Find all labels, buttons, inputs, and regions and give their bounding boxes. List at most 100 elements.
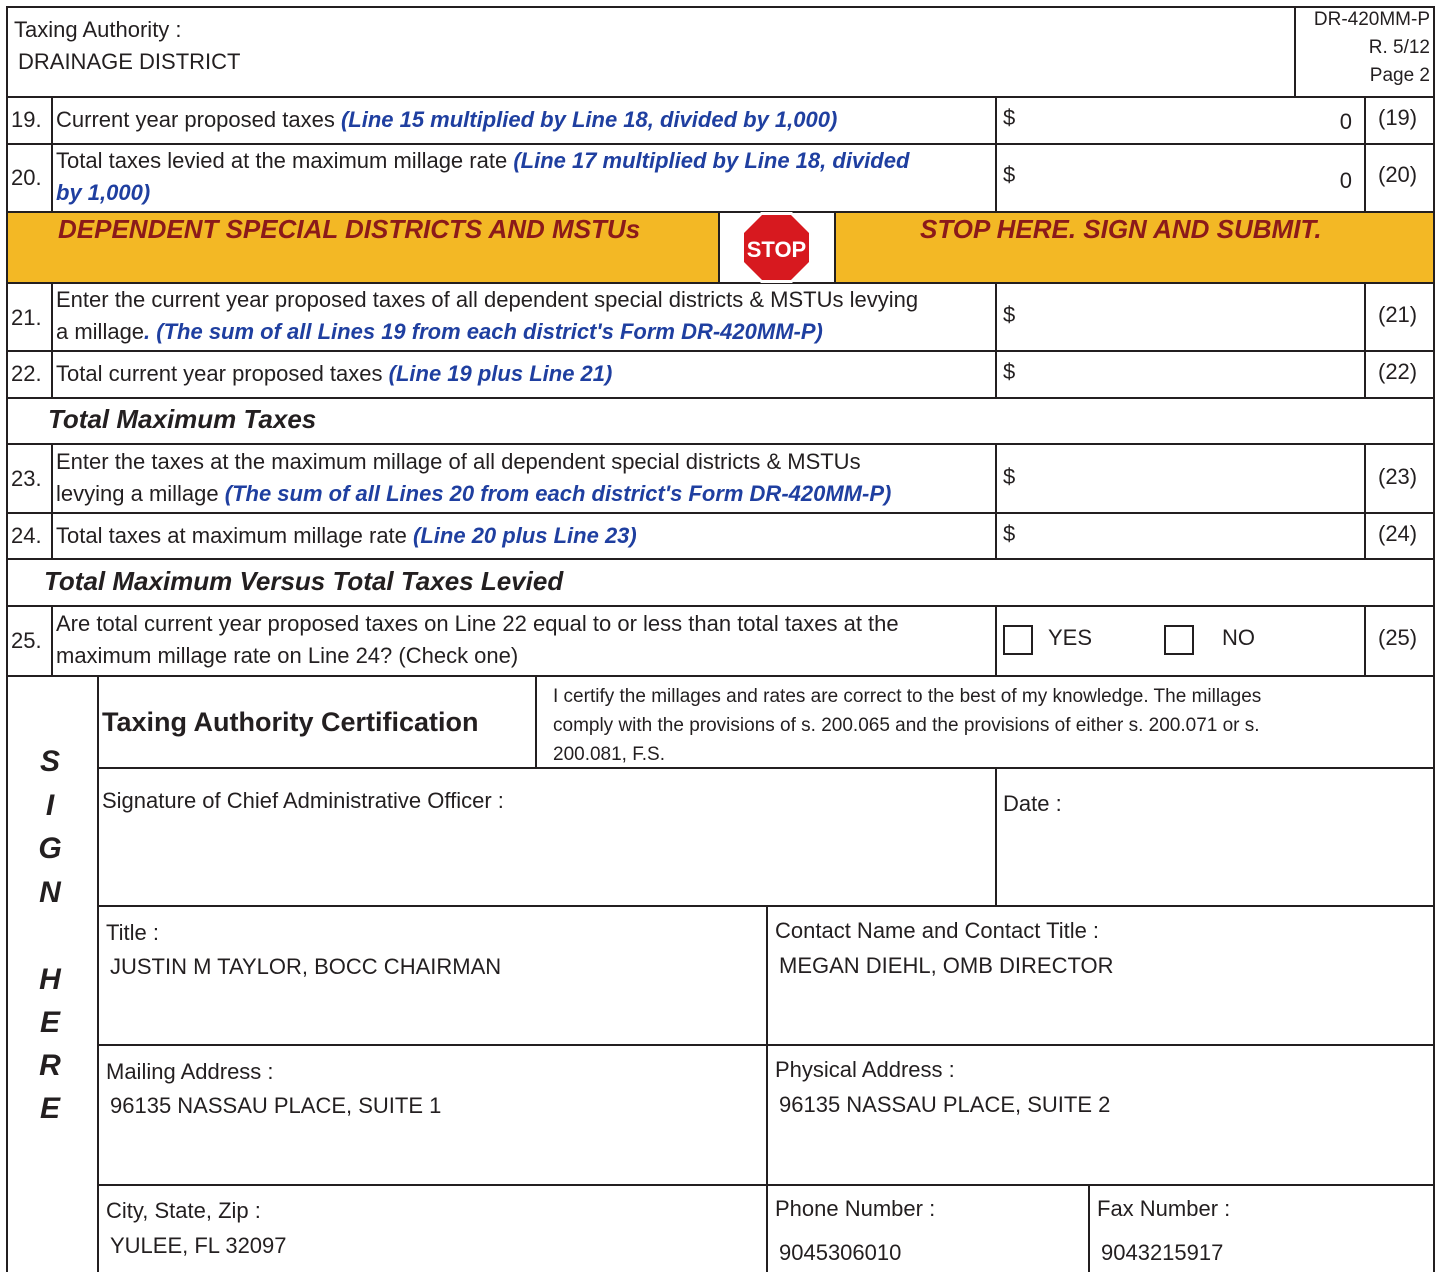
line-23-label-2: levying a millage (The sum of all Lines …: [56, 481, 892, 506]
mailing-label: Mailing Address :: [106, 1059, 274, 1084]
sign-letter: N: [39, 876, 61, 909]
signature-label: Signature of Chief Administrative Office…: [102, 788, 504, 813]
contact-label: Contact Name and Contact Title :: [775, 918, 1100, 943]
city-value[interactable]: YULEE, FL 32097: [110, 1233, 287, 1259]
line-20-label-1: Total taxes levied at the maximum millag…: [56, 148, 910, 173]
signature-field[interactable]: [100, 820, 993, 904]
cert-text-line: comply with the provisions of s. 200.065…: [553, 715, 1260, 736]
band-right-text: STOP HERE. SIGN AND SUBMIT.: [920, 214, 1322, 244]
cert-divider: [535, 675, 537, 768]
date-field[interactable]: [998, 822, 1432, 904]
rule-19-top: [6, 96, 1435, 98]
line-21-ref: (21): [1378, 302, 1418, 327]
cert-text: I certify the millages and rates are cor…: [553, 682, 1261, 769]
line-25-ref: (25): [1378, 625, 1418, 650]
sign-letter: E: [39, 1006, 60, 1039]
fax-value[interactable]: 9043215917: [1101, 1240, 1223, 1266]
line-21-number: 21.: [11, 305, 42, 330]
sign-letter: S: [39, 745, 60, 778]
line-24-ref: (24): [1378, 521, 1418, 546]
val-col-d: [995, 605, 997, 676]
phone-label: Phone Number :: [775, 1196, 936, 1221]
cert-title: Taxing Authority Certification: [102, 707, 479, 737]
header-divider: [1294, 6, 1296, 97]
ref-col-b: [1364, 282, 1366, 398]
no-label: NO: [1222, 625, 1255, 650]
yes-checkbox[interactable]: [1003, 625, 1033, 655]
line-19-number: 19.: [11, 107, 42, 132]
contact-value[interactable]: MEGAN DIEHL, OMB DIRECTOR: [779, 953, 1114, 979]
line-22-label: Total current year proposed taxes (Line …: [56, 361, 613, 386]
stop-sign-icon: STOP: [740, 211, 813, 284]
date-label: Date :: [1003, 791, 1062, 816]
line-23-note: (The sum of all Lines 20 from each distr…: [224, 481, 892, 506]
line-24-note: (Line 20 plus Line 23): [413, 523, 637, 548]
physical-label: Physical Address :: [775, 1057, 955, 1082]
line-19-dollar: $: [1003, 105, 1016, 130]
ref-col-d: [1364, 605, 1366, 676]
line-23-label-1: Enter the taxes at the maximum millage o…: [56, 449, 861, 474]
line-25-label-1: Are total current year proposed taxes on…: [56, 611, 899, 636]
line-23-number: 23.: [11, 466, 42, 491]
line-19-label: Current year proposed taxes (Line 15 mul…: [56, 107, 838, 132]
line-24-label: Total taxes at maximum millage rate (Lin…: [56, 523, 637, 548]
rule-20-top: [6, 143, 1435, 145]
form-info: DR-420MM-P R. 5/12 Page 2: [1314, 6, 1430, 90]
mailing-value[interactable]: 96135 NASSAU PLACE, SUITE 1: [110, 1093, 441, 1119]
stop-sign-text: STOP: [747, 237, 807, 262]
val-col-a: [995, 96, 997, 212]
num-col-d: [51, 605, 53, 676]
line-24-dollar: $: [1003, 521, 1016, 546]
ref-col-a: [1364, 96, 1366, 212]
line-21-note: . (The sum of all Lines 19 from each dis…: [144, 319, 823, 344]
phone-value[interactable]: 9045306010: [779, 1240, 901, 1266]
num-col-c: [51, 443, 53, 559]
line-21-dollar: $: [1003, 302, 1016, 327]
sign-letter: H: [39, 963, 61, 996]
date-divider: [995, 767, 997, 906]
line-23-dollar: $: [1003, 464, 1016, 489]
section-total-vs: Total Maximum Versus Total Taxes Levied: [44, 566, 564, 596]
val-col-b: [995, 282, 997, 398]
line-19-value[interactable]: 0: [1320, 107, 1352, 137]
line-22-number: 22.: [11, 361, 42, 386]
rule-23-top: [6, 443, 1435, 445]
no-checkbox[interactable]: [1164, 625, 1194, 655]
fax-divider: [1088, 1184, 1090, 1272]
rule-25-top: [6, 605, 1435, 607]
band-div-2: [834, 213, 836, 282]
sign-letter: G: [38, 832, 62, 865]
line-19-note: (Line 15 multiplied by Line 18, divided …: [340, 107, 838, 132]
rule-22-top: [6, 350, 1435, 352]
line-20-note-2: by 1,000): [56, 180, 151, 205]
sign-letter: I: [45, 789, 55, 822]
num-col-a: [51, 96, 53, 212]
border-top: [6, 6, 1435, 8]
physical-value[interactable]: 96135 NASSAU PLACE, SUITE 2: [779, 1092, 1110, 1118]
form-id: DR-420MM-P: [1313, 9, 1430, 30]
line-20-ref: (20): [1378, 162, 1418, 187]
yes-label: YES: [1048, 625, 1093, 650]
line-22-dollar: $: [1003, 359, 1016, 384]
line-23-ref: (23): [1378, 464, 1418, 489]
line-20-value[interactable]: 0: [1320, 166, 1352, 196]
rule-24-top: [6, 512, 1435, 514]
line-19-ref: (19): [1378, 105, 1418, 130]
band-div-1: [718, 213, 720, 282]
val-col-c: [995, 443, 997, 559]
title-value[interactable]: JUSTIN M TAYLOR, BOCC CHAIRMAN: [110, 954, 501, 980]
line-21-label-2: a millage. (The sum of all Lines 19 from…: [56, 319, 823, 344]
line-22-ref: (22): [1378, 359, 1418, 384]
rule-21-top: [6, 282, 1435, 284]
cert-text-line: 200.081, F.S.: [553, 744, 665, 765]
rule-city-top: [97, 1184, 1435, 1186]
num-col-b: [51, 282, 53, 398]
rule-sec1-top: [6, 397, 1435, 399]
city-label: City, State, Zip :: [106, 1198, 261, 1223]
authority-value: DRAINAGE DISTRICT: [18, 49, 241, 74]
authority-label: Taxing Authority :: [14, 17, 182, 42]
contact-divider: [766, 905, 768, 1272]
fax-label: Fax Number :: [1097, 1196, 1231, 1221]
border-right: [1433, 6, 1435, 1272]
form-page: Page 2: [1369, 65, 1430, 86]
